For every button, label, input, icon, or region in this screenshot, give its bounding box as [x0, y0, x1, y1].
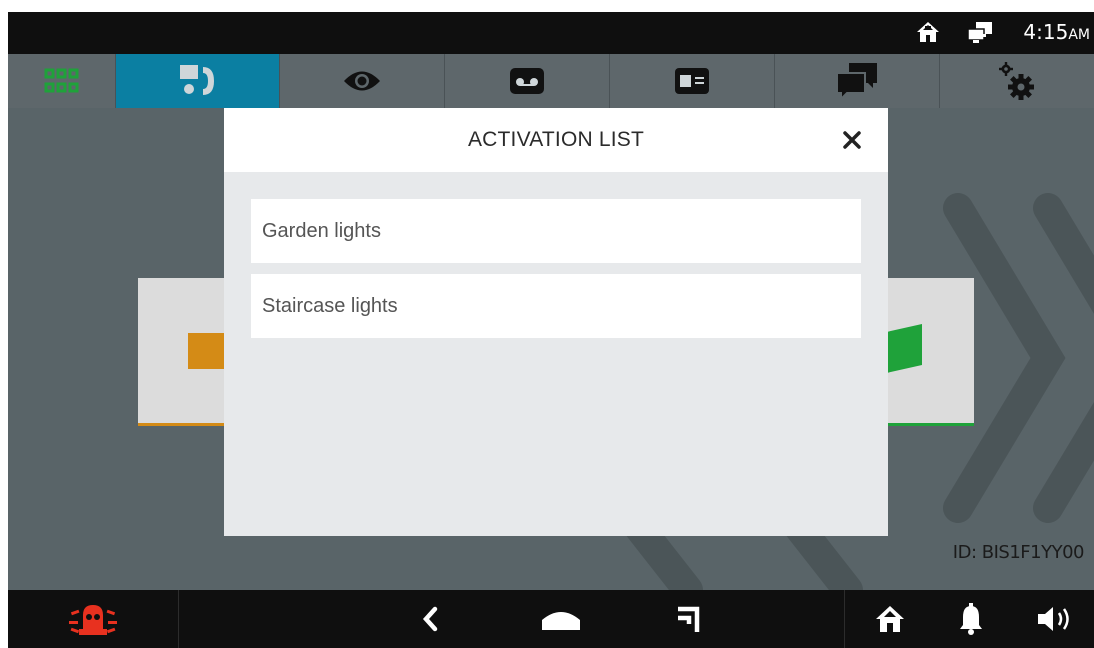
home-icon	[876, 606, 904, 632]
time-text: 4:15	[1023, 20, 1069, 44]
bell-button[interactable]	[936, 590, 1006, 648]
list-item-label: Garden lights	[262, 219, 381, 242]
bottom-bar	[8, 590, 1094, 648]
tab-apps[interactable]	[8, 54, 116, 108]
status-time: 4:15AM	[1023, 20, 1090, 44]
left-card[interactable]	[138, 278, 238, 426]
home-button[interactable]	[854, 590, 926, 648]
recents-button[interactable]	[658, 590, 718, 648]
tab-bar	[8, 54, 1094, 108]
list-item-label: Staircase lights	[262, 294, 398, 317]
divider	[844, 590, 845, 648]
grid-icon	[44, 68, 78, 93]
ampm-text: AM	[1068, 27, 1090, 43]
tab-intercom[interactable]	[116, 54, 280, 108]
device-id: ID: BIS1F1YY00	[952, 542, 1085, 563]
screen: 4:15AM ID: BIS1F1YY00 ACTIVATION LIST Ga…	[8, 12, 1094, 648]
id-card-icon	[675, 68, 709, 94]
voicemail-icon	[510, 68, 544, 94]
alarm-icon	[69, 605, 117, 635]
eye-icon	[344, 71, 380, 91]
back-icon	[422, 606, 438, 632]
home-nav-button[interactable]	[526, 590, 596, 648]
list-item-staircase-lights[interactable]: Staircase lights	[251, 274, 861, 338]
tab-messages[interactable]	[775, 54, 940, 108]
list-item-garden-lights[interactable]: Garden lights	[251, 199, 861, 263]
back-button[interactable]	[400, 590, 460, 648]
intercom-icon	[179, 65, 214, 95]
volume-icon	[1038, 607, 1069, 631]
chat-icon	[836, 63, 877, 101]
bell-icon	[960, 603, 982, 635]
volume-button[interactable]	[1020, 590, 1094, 648]
door-icon	[882, 324, 922, 374]
tab-voicemail[interactable]	[445, 54, 610, 108]
close-button[interactable]	[838, 126, 866, 154]
dialog-title: ACTIVATION LIST	[467, 128, 645, 151]
close-icon	[843, 131, 861, 149]
tab-settings[interactable]	[940, 54, 1094, 108]
home-nav-icon	[542, 612, 580, 630]
home-icon	[916, 21, 940, 48]
network-icon	[966, 21, 996, 48]
right-card[interactable]	[874, 278, 974, 426]
tab-directory[interactable]	[610, 54, 775, 108]
tab-view[interactable]	[280, 54, 445, 108]
alarm-button[interactable]	[48, 590, 138, 648]
gear-icon	[999, 62, 1034, 100]
audio-icon	[188, 333, 224, 369]
status-bar: 4:15AM	[8, 12, 1094, 54]
recents-icon	[678, 606, 700, 632]
divider	[178, 590, 179, 648]
dialog-header: ACTIVATION LIST	[224, 108, 888, 172]
activation-list-dialog: ACTIVATION LIST Garden lights Staircase …	[224, 108, 888, 536]
